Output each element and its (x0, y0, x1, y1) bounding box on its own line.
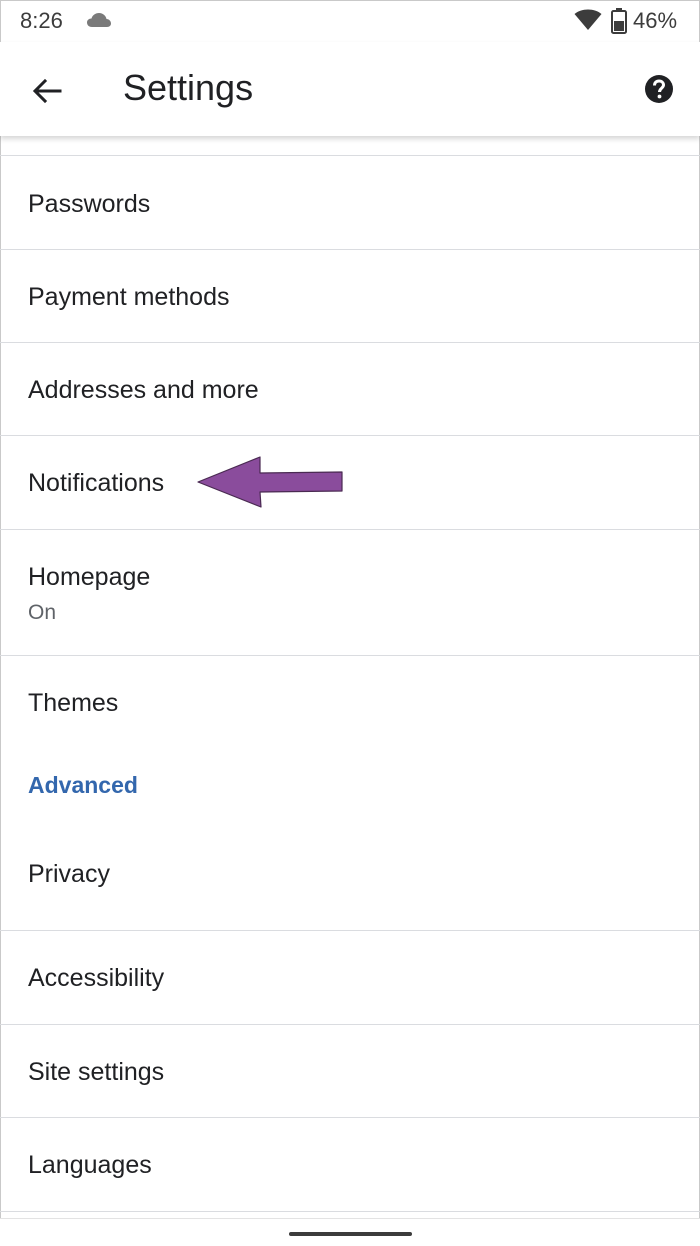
item-title: Languages (28, 1151, 152, 1179)
settings-item-payment-methods[interactable]: Payment methods (0, 249, 700, 342)
item-title: Accessibility (28, 964, 165, 992)
settings-item-homepage[interactable]: Homepage On (0, 529, 700, 655)
settings-list: Passwords Payment methods Addresses and … (0, 155, 700, 1212)
navigation-bar (0, 1218, 700, 1246)
page-title: Settings (123, 67, 254, 108)
annotation-arrow-icon (197, 456, 343, 508)
section-label: Advanced (28, 772, 138, 798)
app-bar: Settings (0, 42, 700, 136)
settings-item-notifications[interactable]: Notifications (0, 435, 700, 529)
help-button[interactable] (636, 66, 682, 112)
settings-item-addresses[interactable]: Addresses and more (0, 342, 700, 435)
status-bar: 8:26 46% (0, 0, 700, 42)
settings-item-accessibility[interactable]: Accessibility (0, 930, 700, 1024)
item-title: Privacy (28, 860, 110, 888)
arrow-back-icon (32, 78, 62, 104)
item-title: Payment methods (28, 283, 230, 311)
home-gesture-handle[interactable] (289, 1232, 412, 1236)
item-title: Passwords (28, 190, 151, 218)
section-header-advanced: Advanced (0, 748, 700, 838)
status-time: 8:26 (20, 8, 63, 33)
wifi-icon (574, 9, 602, 36)
settings-item-privacy[interactable]: Privacy (0, 838, 700, 930)
item-title: Themes (28, 689, 119, 717)
battery-percentage: 46% (633, 8, 678, 33)
back-button[interactable] (18, 62, 76, 120)
settings-item-languages[interactable]: Languages (0, 1117, 700, 1211)
list-divider (0, 1211, 700, 1212)
help-icon (645, 75, 673, 103)
item-title: Site settings (28, 1058, 165, 1086)
battery-icon (611, 8, 627, 39)
item-title: Homepage (28, 563, 151, 591)
settings-item-passwords[interactable]: Passwords (0, 155, 700, 249)
settings-item-site-settings[interactable]: Site settings (0, 1024, 700, 1117)
settings-item-themes[interactable]: Themes (0, 655, 700, 748)
item-title: Notifications (28, 469, 165, 497)
item-subtitle: On (28, 601, 57, 624)
item-title: Addresses and more (28, 376, 259, 404)
cloud-icon (86, 12, 112, 33)
